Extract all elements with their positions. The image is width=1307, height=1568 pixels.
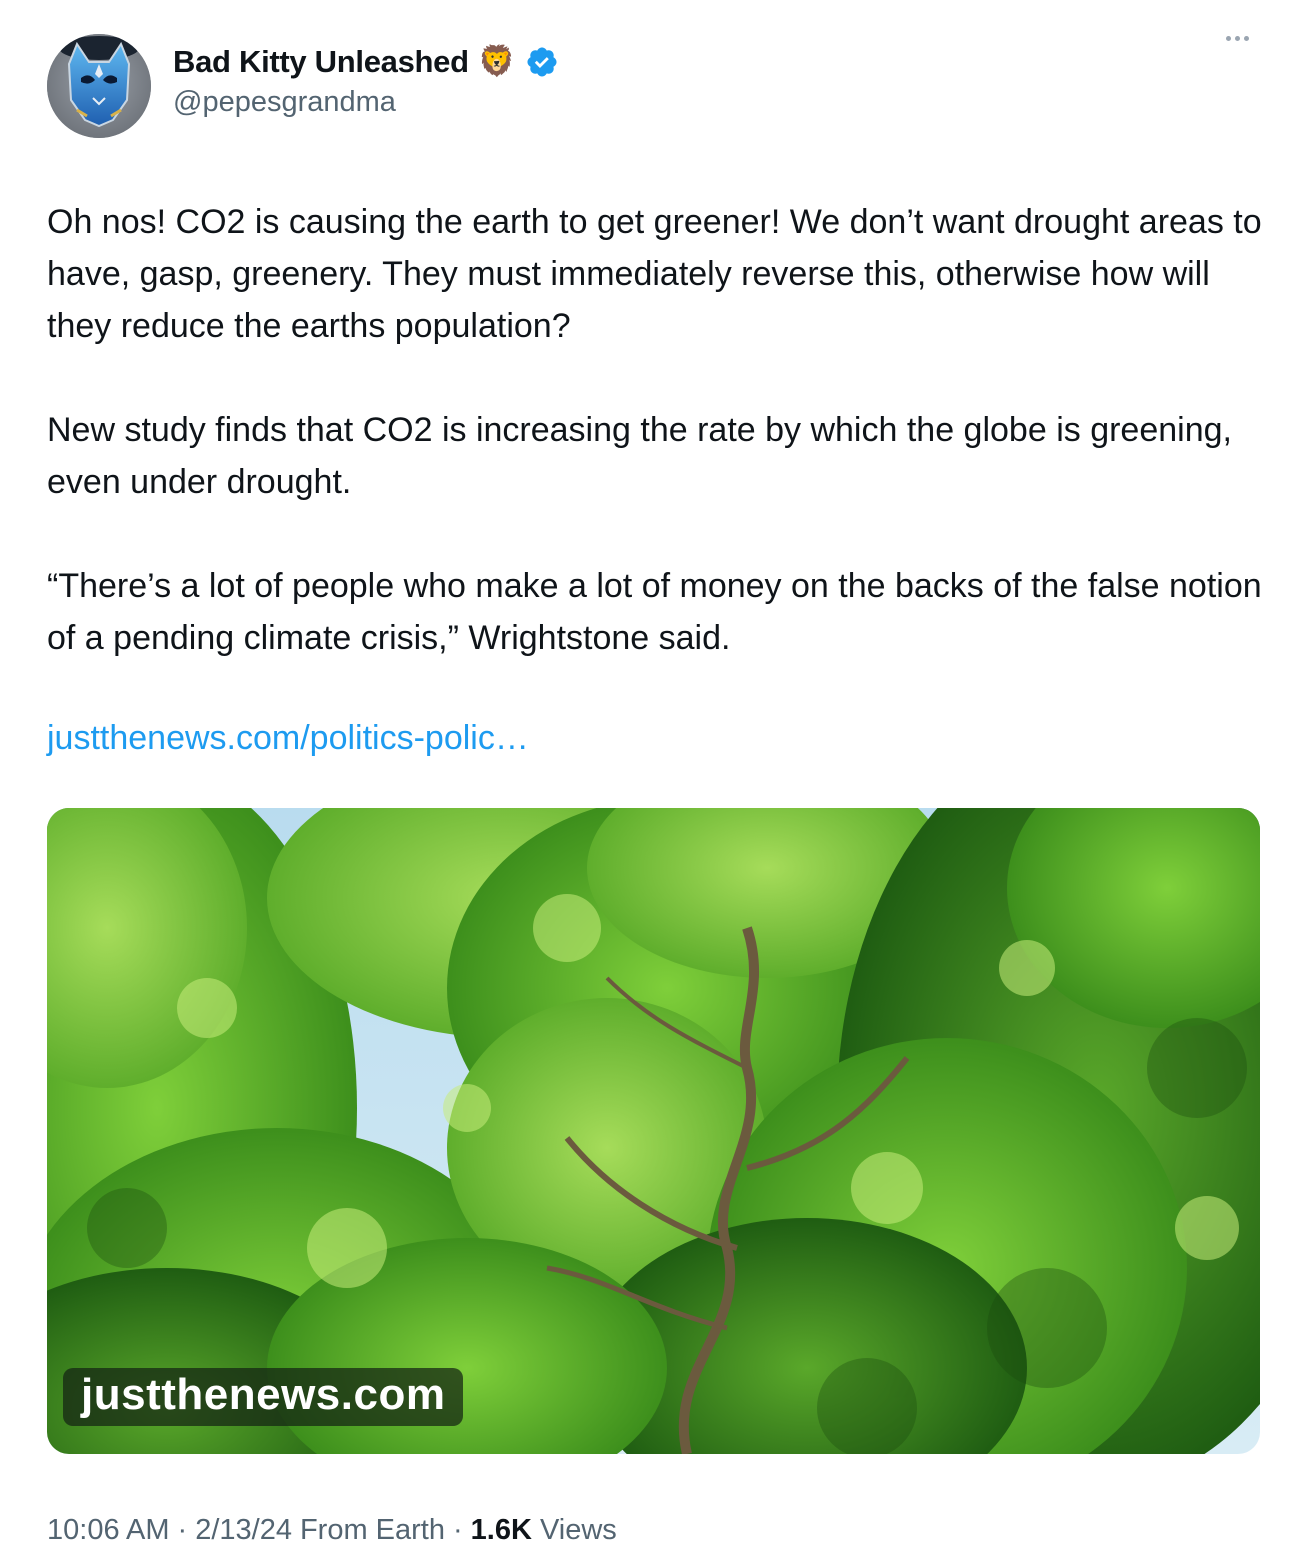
tweet-date[interactable]: 2/13/24: [195, 1510, 292, 1550]
separator: ·: [453, 1514, 463, 1546]
author-avatar[interactable]: [47, 34, 151, 138]
views-count: 1.6K: [470, 1514, 532, 1546]
lion-emoji-icon: 🦁: [478, 45, 516, 78]
author-name-row: Bad Kitty Unleashed 🦁: [173, 42, 559, 82]
link-domain-badge: justthenews.com: [63, 1368, 464, 1426]
forest-canopy-image: [47, 808, 1260, 1454]
tweet-text: Oh nos! CO2 is causing the earth to get …: [47, 196, 1267, 716]
article-link[interactable]: justthenews.com/politics-polic…: [47, 712, 529, 764]
tweet-source: From Earth: [299, 1514, 445, 1546]
tweet-meta: 10:06 AM · 2/13/24 From Earth · 1.6K Vie…: [47, 1510, 617, 1550]
tweet: Bad Kitty Unleashed 🦁 @pepesgrandma Oh n…: [0, 0, 1307, 1568]
separator: ·: [177, 1514, 188, 1546]
dot: [1243, 35, 1249, 41]
tweet-paragraph: “There’s a lot of people who make a lot …: [47, 567, 1262, 657]
verified-badge-icon: [527, 47, 557, 77]
tweet-paragraph: New study finds that CO2 is increasing t…: [47, 411, 1232, 501]
link-preview-card[interactable]: justthenews.com: [47, 808, 1260, 1454]
dot: [1234, 35, 1240, 41]
tweet-paragraph: Oh nos! CO2 is causing the earth to get …: [47, 203, 1262, 345]
views-label: Views: [539, 1514, 617, 1546]
tweet-time[interactable]: 10:06 AM: [47, 1510, 170, 1550]
author-display-name[interactable]: Bad Kitty Unleashed: [173, 44, 469, 80]
blue-cat-mask-avatar-icon: [47, 34, 151, 138]
dot: [1225, 35, 1231, 41]
more-options-icon[interactable]: [1217, 26, 1257, 50]
author-handle[interactable]: @pepesgrandma: [173, 86, 396, 119]
